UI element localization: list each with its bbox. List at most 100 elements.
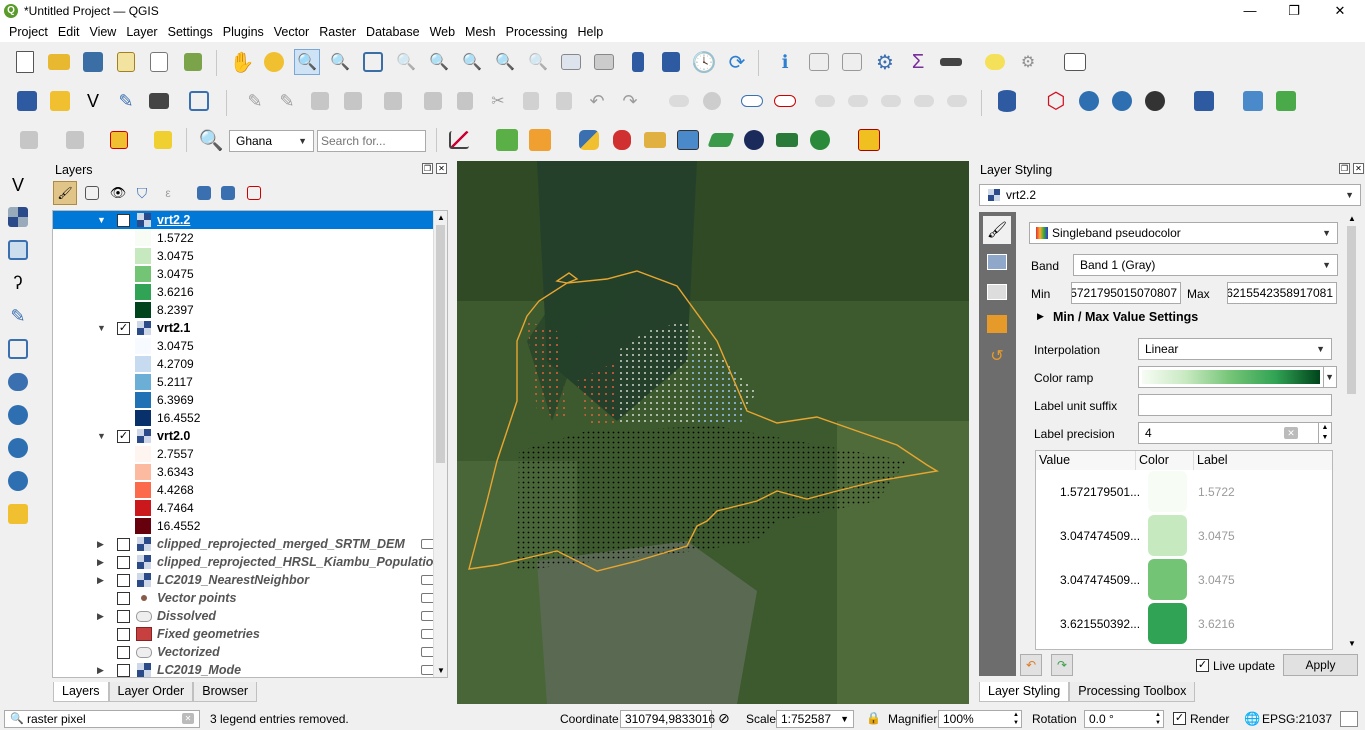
label-tool-icon[interactable] (666, 88, 692, 114)
history-tab-icon[interactable]: ↺ (983, 342, 1011, 370)
layer-row[interactable]: ▶ clipped_reprojected_merged_SRTM_DEM (53, 535, 435, 553)
python-console-icon[interactable] (576, 127, 602, 153)
menu-view[interactable]: View (84, 25, 121, 39)
expand-arrow-icon[interactable]: ▶ (97, 575, 104, 586)
select-location-icon[interactable] (150, 127, 176, 153)
quick-osm-icon[interactable] (494, 127, 520, 153)
spinbox-arrows[interactable]: ▲ ▼ (1318, 422, 1332, 444)
diagram-tool-icon[interactable] (699, 88, 725, 114)
statistical-summary-icon[interactable]: Σ (905, 49, 931, 75)
new-3d-map-view-icon[interactable] (591, 49, 617, 75)
messages-icon[interactable] (1340, 711, 1358, 727)
layer-row[interactable]: ▶ Dissolved (53, 607, 435, 625)
zoom-native-resolution-icon[interactable]: 🔍 (459, 49, 485, 75)
render-checkbox[interactable]: ✓ (1173, 712, 1186, 725)
column-header-value[interactable]: Value (1036, 451, 1136, 470)
identify-features-icon[interactable]: ℹ (772, 49, 798, 75)
select-features-icon[interactable] (16, 127, 42, 153)
select-by-value-icon[interactable] (62, 127, 88, 153)
table-row[interactable]: 3.047474509... 3.0475 (1036, 515, 1332, 559)
pan-map-icon[interactable]: ✋ (229, 49, 255, 75)
processing-toolbox-icon[interactable]: ⚙ (872, 49, 898, 75)
map-canvas[interactable] (457, 161, 969, 704)
copy-features-icon[interactable] (518, 88, 544, 114)
menu-edit[interactable]: Edit (53, 25, 85, 39)
open-project-icon[interactable] (46, 49, 72, 75)
show-bookmarks-icon[interactable] (658, 49, 684, 75)
zoom-last-icon[interactable]: 🔍 (492, 49, 518, 75)
menu-web[interactable]: Web (425, 25, 460, 39)
help-contents-icon[interactable] (1191, 88, 1217, 114)
open-attribute-table-icon[interactable] (806, 49, 832, 75)
layer-checkbox[interactable] (117, 537, 130, 551)
clear-icon[interactable]: ✕ (1284, 427, 1298, 439)
label-precision-spinbox[interactable]: 4 ✕ (1138, 422, 1319, 444)
scroll-up-icon[interactable]: ▲ (1348, 214, 1356, 223)
raster-align-icon[interactable] (1273, 88, 1299, 114)
menu-help[interactable]: Help (572, 25, 608, 39)
scroll-thumb[interactable] (1347, 226, 1356, 394)
new-shapefile-layer-icon[interactable]: V (80, 88, 106, 114)
entry-color[interactable] (1148, 603, 1187, 644)
current-edits-icon[interactable]: ✎ (242, 88, 268, 114)
add-vector-layer-icon[interactable]: V (5, 172, 31, 198)
table-row[interactable]: 3.047474509... 3.0475 (1036, 559, 1332, 603)
layer-row-vrt2-2[interactable]: ▼ ✓ vrt2.2 (53, 211, 435, 229)
deselect-features-icon[interactable] (106, 127, 132, 153)
color-ramp-dropdown[interactable]: ▼ (1323, 366, 1337, 388)
new-print-layout-icon[interactable] (113, 49, 139, 75)
toggle-extents-icon[interactable]: ⊘ (718, 710, 730, 727)
column-header-color[interactable]: Color (1136, 451, 1194, 470)
interpolation-combo[interactable]: Linear ▼ (1138, 338, 1332, 360)
layer-labeling-icon[interactable] (739, 88, 765, 114)
histogram-tab-icon[interactable] (983, 278, 1011, 306)
redo-icon[interactable]: ↷ (617, 88, 643, 114)
topology-checker-icon[interactable]: ⬡ (1043, 88, 1069, 114)
layer-row-vrt2-0[interactable]: ▼ ✓ vrt2.0 (53, 427, 435, 445)
rotation-spinbox[interactable]: 0.0 ° ▲ ▼ (1084, 710, 1164, 728)
new-geopackage-icon[interactable] (5, 501, 31, 527)
annotation-text-icon[interactable] (1062, 49, 1088, 75)
column-header-label[interactable]: Label (1194, 451, 1332, 470)
add-mesh-layer-icon[interactable] (5, 237, 31, 263)
scroll-down-icon[interactable]: ▼ (437, 666, 445, 675)
expand-all-icon[interactable] (192, 181, 216, 205)
add-wms-wmts-icon[interactable] (5, 402, 31, 428)
pin-labels-icon[interactable] (812, 88, 838, 114)
scale-combo[interactable]: 1:752587 ▼ (776, 710, 854, 728)
menu-mesh[interactable]: Mesh (460, 25, 501, 39)
max-input[interactable]: 3.6215542358917081 (1227, 282, 1337, 304)
remove-layer-icon[interactable] (242, 181, 266, 205)
layer-row[interactable]: Fixed geometries (53, 625, 435, 643)
add-wms-layer-icon[interactable] (1076, 88, 1102, 114)
zoom-to-selection-icon[interactable]: 🔍 (393, 49, 419, 75)
entry-color[interactable] (1148, 471, 1187, 512)
layer-row[interactable]: ▶ clipped_reprojected_HRSL_Kiambu_Populat… (53, 553, 441, 571)
band-combo[interactable]: Band 1 (Gray) ▼ (1073, 254, 1338, 276)
new-map-view-icon[interactable] (558, 49, 584, 75)
digitize-icon[interactable]: ✎ (113, 88, 139, 114)
tab-layer-order[interactable]: Layer Order (108, 682, 194, 702)
symbology-tab-icon[interactable]: 🖌 (983, 216, 1011, 244)
layer-row[interactable]: ▶ LC2019_Mode (53, 661, 435, 677)
add-vector-tile-icon[interactable] (5, 468, 31, 494)
plugin-map-icon[interactable] (675, 127, 701, 153)
spinbox-arrows[interactable]: ▲ ▼ (1013, 711, 1019, 727)
add-group-icon[interactable] (80, 181, 104, 205)
filter-expression-icon[interactable]: ε (156, 181, 180, 205)
close-button[interactable]: ✕ (1317, 0, 1363, 22)
add-raster-layer-icon[interactable] (5, 204, 31, 230)
tab-browser[interactable]: Browser (193, 682, 258, 702)
semi-automatic-classification-icon[interactable] (527, 127, 553, 153)
menu-database[interactable]: Database (361, 25, 425, 39)
coordinate-field[interactable]: 310794,9833016 (620, 710, 715, 728)
save-edits-icon[interactable] (307, 88, 333, 114)
minmax-settings-toggle[interactable]: Min / Max Value Settings (1053, 310, 1198, 324)
restore-button[interactable]: ❐ (1271, 0, 1317, 22)
layer-checkbox[interactable] (117, 663, 130, 677)
manage-visibility-icon[interactable]: 👁 (106, 181, 130, 205)
add-delimited-text-icon[interactable]: ʔ (5, 270, 31, 296)
field-calculator-icon[interactable] (839, 49, 865, 75)
scroll-thumb[interactable] (436, 225, 445, 463)
crs-globe-icon[interactable]: 🌐 (1244, 711, 1260, 727)
